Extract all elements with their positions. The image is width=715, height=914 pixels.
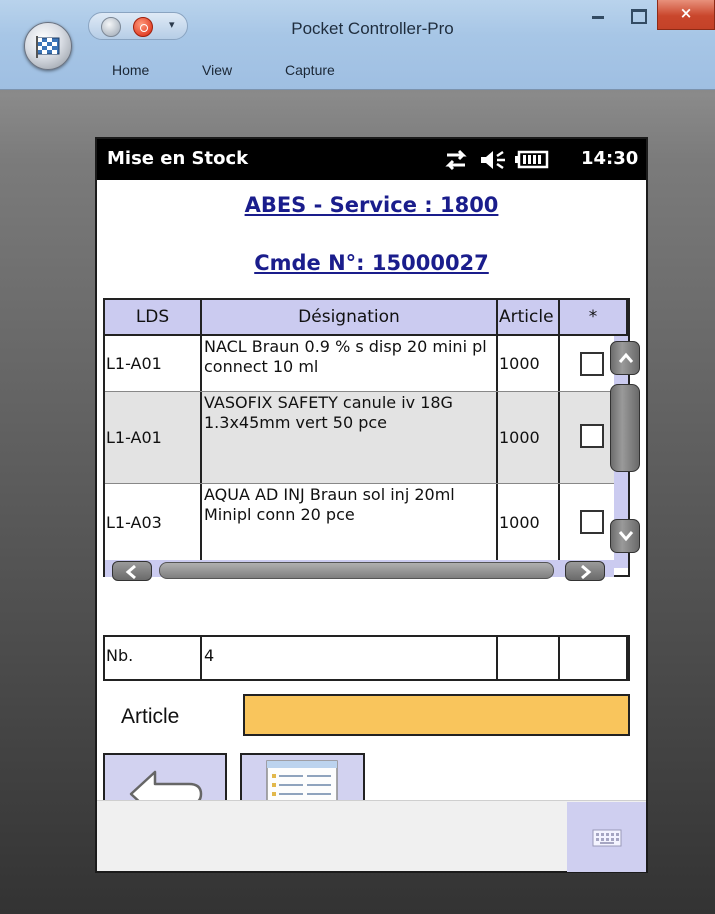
row-checkbox[interactable]: [580, 424, 604, 448]
table-row[interactable]: L1-A03 AQUA AD INJ Braun sol inj 20ml Mi…: [105, 484, 614, 560]
cell-article: 1000: [499, 354, 540, 373]
column-header-designation[interactable]: Désignation: [202, 300, 498, 336]
cell-designation: AQUA AD INJ Braun sol inj 20ml Minipl co…: [202, 484, 498, 560]
sync-arrows-icon[interactable]: [443, 148, 469, 172]
keyboard-button[interactable]: [567, 802, 646, 872]
table-row[interactable]: L1-A01 VASOFIX SAFETY canule iv 18G 1.3x…: [105, 392, 614, 484]
scroll-left-button[interactable]: [112, 561, 152, 581]
cell-lds: L1-A01: [106, 354, 162, 373]
scroll-up-button[interactable]: [610, 341, 640, 375]
totals-empty-cell: [498, 637, 560, 679]
device-screen: Mise en Stock 14:30 ABES - Service : 180…: [95, 137, 648, 873]
chevron-right-icon: [581, 564, 592, 580]
cell-designation: VASOFIX SAFETY canule iv 18G 1.3x45mm ve…: [202, 392, 498, 483]
battery-icon: [515, 150, 549, 169]
totals-label: Nb.: [105, 637, 202, 679]
table-row[interactable]: L1-A01 NACL Braun 0.9 % s disp 20 mini p…: [105, 336, 614, 392]
column-header-article[interactable]: Article: [498, 300, 560, 336]
menu-home[interactable]: Home: [112, 62, 149, 78]
article-input[interactable]: [243, 694, 630, 736]
keyboard-icon: [592, 829, 622, 847]
close-button[interactable]: ×: [657, 0, 715, 30]
column-header-star[interactable]: *: [560, 300, 628, 336]
cell-article: 1000: [499, 428, 540, 447]
scroll-thumb[interactable]: [610, 384, 640, 472]
host-window: ▾ Pocket Controller-Pro × Home View Capt…: [0, 0, 715, 914]
service-title[interactable]: ABES - Service : 1800: [97, 193, 646, 217]
scroll-down-button[interactable]: [610, 519, 640, 553]
stock-grid: LDS Désignation Article * L1-A01 NACL Br…: [103, 298, 640, 581]
clock: 14:30: [581, 148, 639, 169]
chevron-down-icon: [618, 531, 634, 542]
totals-count: 4: [202, 637, 498, 679]
minimize-button[interactable]: [578, 0, 618, 32]
maximize-button[interactable]: [620, 0, 656, 32]
totals-empty-cell: [560, 637, 628, 679]
close-icon: ×: [679, 4, 693, 22]
window-titlebar: ▾ Pocket Controller-Pro × Home View Capt…: [0, 0, 715, 90]
chevron-left-icon: [125, 564, 136, 580]
chevron-up-icon: [618, 352, 634, 363]
form-content: ABES - Service : 1800 Cmde N°: 15000027 …: [97, 180, 646, 833]
horizontal-scrollbar[interactable]: [105, 560, 614, 581]
vertical-scrollbar[interactable]: [610, 336, 640, 568]
row-checkbox[interactable]: [580, 510, 604, 534]
scroll-right-button[interactable]: [565, 561, 605, 581]
speaker-icon[interactable]: [479, 148, 507, 172]
cell-lds: L1-A01: [106, 428, 162, 447]
soft-key-bar: [97, 800, 646, 872]
cell-lds: L1-A03: [106, 512, 162, 532]
article-label: Article: [121, 705, 180, 728]
menu-view[interactable]: View: [202, 62, 232, 78]
cell-article: 1000: [499, 512, 540, 532]
cell-designation: NACL Braun 0.9 % s disp 20 mini pl conne…: [202, 336, 498, 391]
menu-capture[interactable]: Capture: [285, 62, 335, 78]
order-number[interactable]: Cmde N°: 15000027: [97, 251, 646, 275]
row-checkbox[interactable]: [580, 352, 604, 376]
screen-title: Mise en Stock: [107, 148, 249, 169]
totals-row: Nb. 4: [103, 635, 630, 681]
horizontal-scroll-thumb[interactable]: [159, 562, 554, 579]
status-bar: Mise en Stock 14:30: [97, 139, 646, 180]
column-header-lds[interactable]: LDS: [105, 300, 202, 336]
